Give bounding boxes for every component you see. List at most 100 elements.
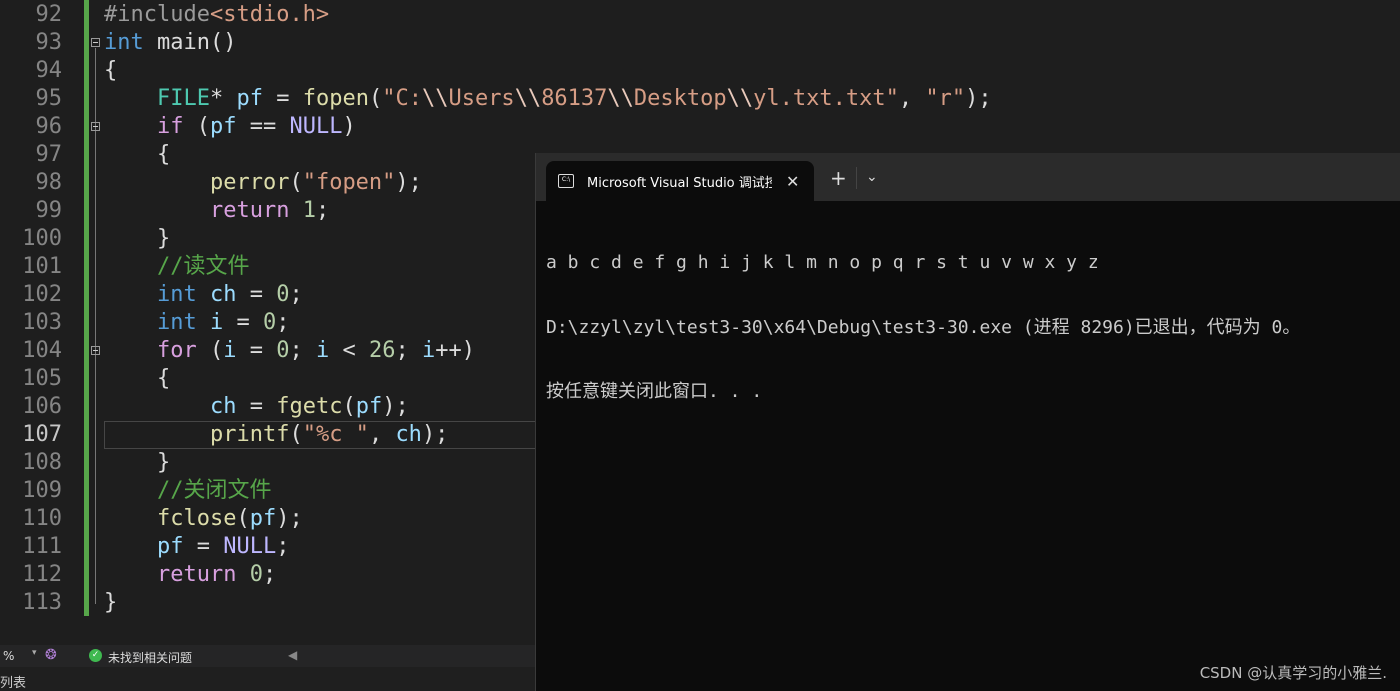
code-token: "r" [925,86,966,111]
code-token: NULL [289,114,343,139]
code-line[interactable]: #include<stdio.h> [104,1,329,29]
code-token: , [898,86,926,111]
code-line[interactable]: fclose(pf); [104,505,303,533]
code-token: Desktop [633,86,727,111]
code-token: ch [209,394,237,419]
code-token: pf [249,506,277,531]
code-token: , [368,422,396,447]
terminal-tab[interactable]: C:\ Microsoft Visual Studio 调试控 ✕ [546,161,814,201]
code-line[interactable]: { [104,141,170,169]
code-token: ch [209,282,237,307]
code-token: "C: [382,86,422,111]
zoom-dropdown-icon[interactable]: ▾ [32,648,37,658]
line-number: 107 [22,422,62,447]
terminal-tab-bar: C:\ Microsoft Visual Studio 调试控 ✕ + ⌄ [536,153,1400,201]
code-token: \\ [607,86,634,111]
code-line[interactable]: { [104,365,170,393]
bottom-panel: 列表 [0,667,535,691]
code-token: pf [355,394,383,419]
code-line[interactable]: } [104,589,117,617]
code-token: 86137 [541,86,608,111]
line-number: 105 [22,366,62,391]
code-token: //读文件 [156,254,250,279]
code-line[interactable]: } [104,225,170,253]
line-number: 100 [22,226,62,251]
code-token: = [223,310,263,335]
chevron-down-icon[interactable]: ⌄ [866,169,878,185]
code-line[interactable]: return 1; [104,197,329,225]
code-line[interactable]: ch = fgetc(pf); [104,393,409,421]
code-token: ( [183,114,210,139]
code-line[interactable]: //关闭文件 [104,477,272,505]
code-token: printf [209,422,290,447]
code-token: fopen [302,86,369,111]
code-line[interactable]: int i = 0; [104,309,290,337]
fold-toggle-icon[interactable] [91,346,100,355]
code-token: "%c " [302,422,369,447]
editor-status-bar: % ▾ ❂ ✓ 未找到相关问题 ◀ [0,645,535,667]
code-editor[interactable]: 92 #include<stdio.h> 93 int main() 94 {95 FIL… [0,0,992,645]
line-number: 108 [22,450,62,475]
code-token: \\ [514,86,542,111]
code-token: ); [421,422,449,447]
code-token: i [223,338,237,363]
line-number: 106 [22,394,62,419]
console-window[interactable]: C:\ Microsoft Visual Studio 调试控 ✕ + ⌄ a … [535,153,1400,691]
line-number: 113 [22,590,62,615]
code-token: for [156,338,197,363]
code-token: { [104,366,171,391]
code-token: = [236,282,277,307]
panel-tab-label[interactable]: 列表 [0,672,26,691]
code-line[interactable]: //读文件 [104,253,250,281]
code-line[interactable]: if (pf == NULL) [104,113,356,141]
line-number: 111 [22,534,62,559]
new-tab-button[interactable]: + [830,166,847,190]
code-line[interactable]: pf = NULL; [104,533,289,561]
code-token: = [236,394,277,419]
issues-status[interactable]: 未找到相关问题 [108,649,192,666]
output-line: D:\zzyl\zyl\test3-30\x64\Debug\test3-30.… [546,316,1301,338]
code-token: ; [289,282,303,307]
code-line[interactable]: return 0; [104,561,276,589]
code-token: == [236,114,290,139]
code-line[interactable]: FILE* pf = fopen("C:\\Users\\86137\\Desk… [104,85,992,113]
code-token: ( [368,86,383,111]
fold-toggle-icon[interactable] [91,122,100,131]
close-icon[interactable]: ✕ [786,172,799,191]
code-line[interactable]: { [104,57,117,85]
code-token: main() [143,30,237,55]
code-token: i [315,338,330,363]
code-line[interactable]: for (i = 0; i < 26; i++) [104,337,475,365]
code-token: FILE [156,86,210,111]
code-line[interactable]: perror("fopen"); [104,169,422,197]
code-token: 26 [368,338,396,363]
code-token: fgetc [276,394,343,419]
intellicode-icon[interactable]: ❂ [45,647,57,663]
code-token: \\ [726,86,754,111]
code-token: } [104,590,118,615]
tab-title: Microsoft Visual Studio 调试控 [587,175,772,191]
code-line[interactable]: int main() [104,29,236,57]
code-line[interactable]: printf("%c ", ch); [104,421,448,449]
scroll-left-icon[interactable]: ◀ [288,648,297,662]
change-indicator-bar [84,0,89,616]
code-token: ); [965,86,992,111]
code-token: 0 [276,282,290,307]
code-token: ); [395,170,422,195]
code-line[interactable]: int ch = 0; [104,281,303,309]
line-number: 103 [22,310,62,335]
line-number: 92 [35,2,63,27]
code-line[interactable]: } [104,449,170,477]
code-token: 0 [249,562,263,587]
fold-toggle-icon[interactable] [91,38,100,47]
code-token: ; [276,534,290,559]
zoom-level[interactable]: % [3,649,14,663]
code-token: } [104,226,171,251]
